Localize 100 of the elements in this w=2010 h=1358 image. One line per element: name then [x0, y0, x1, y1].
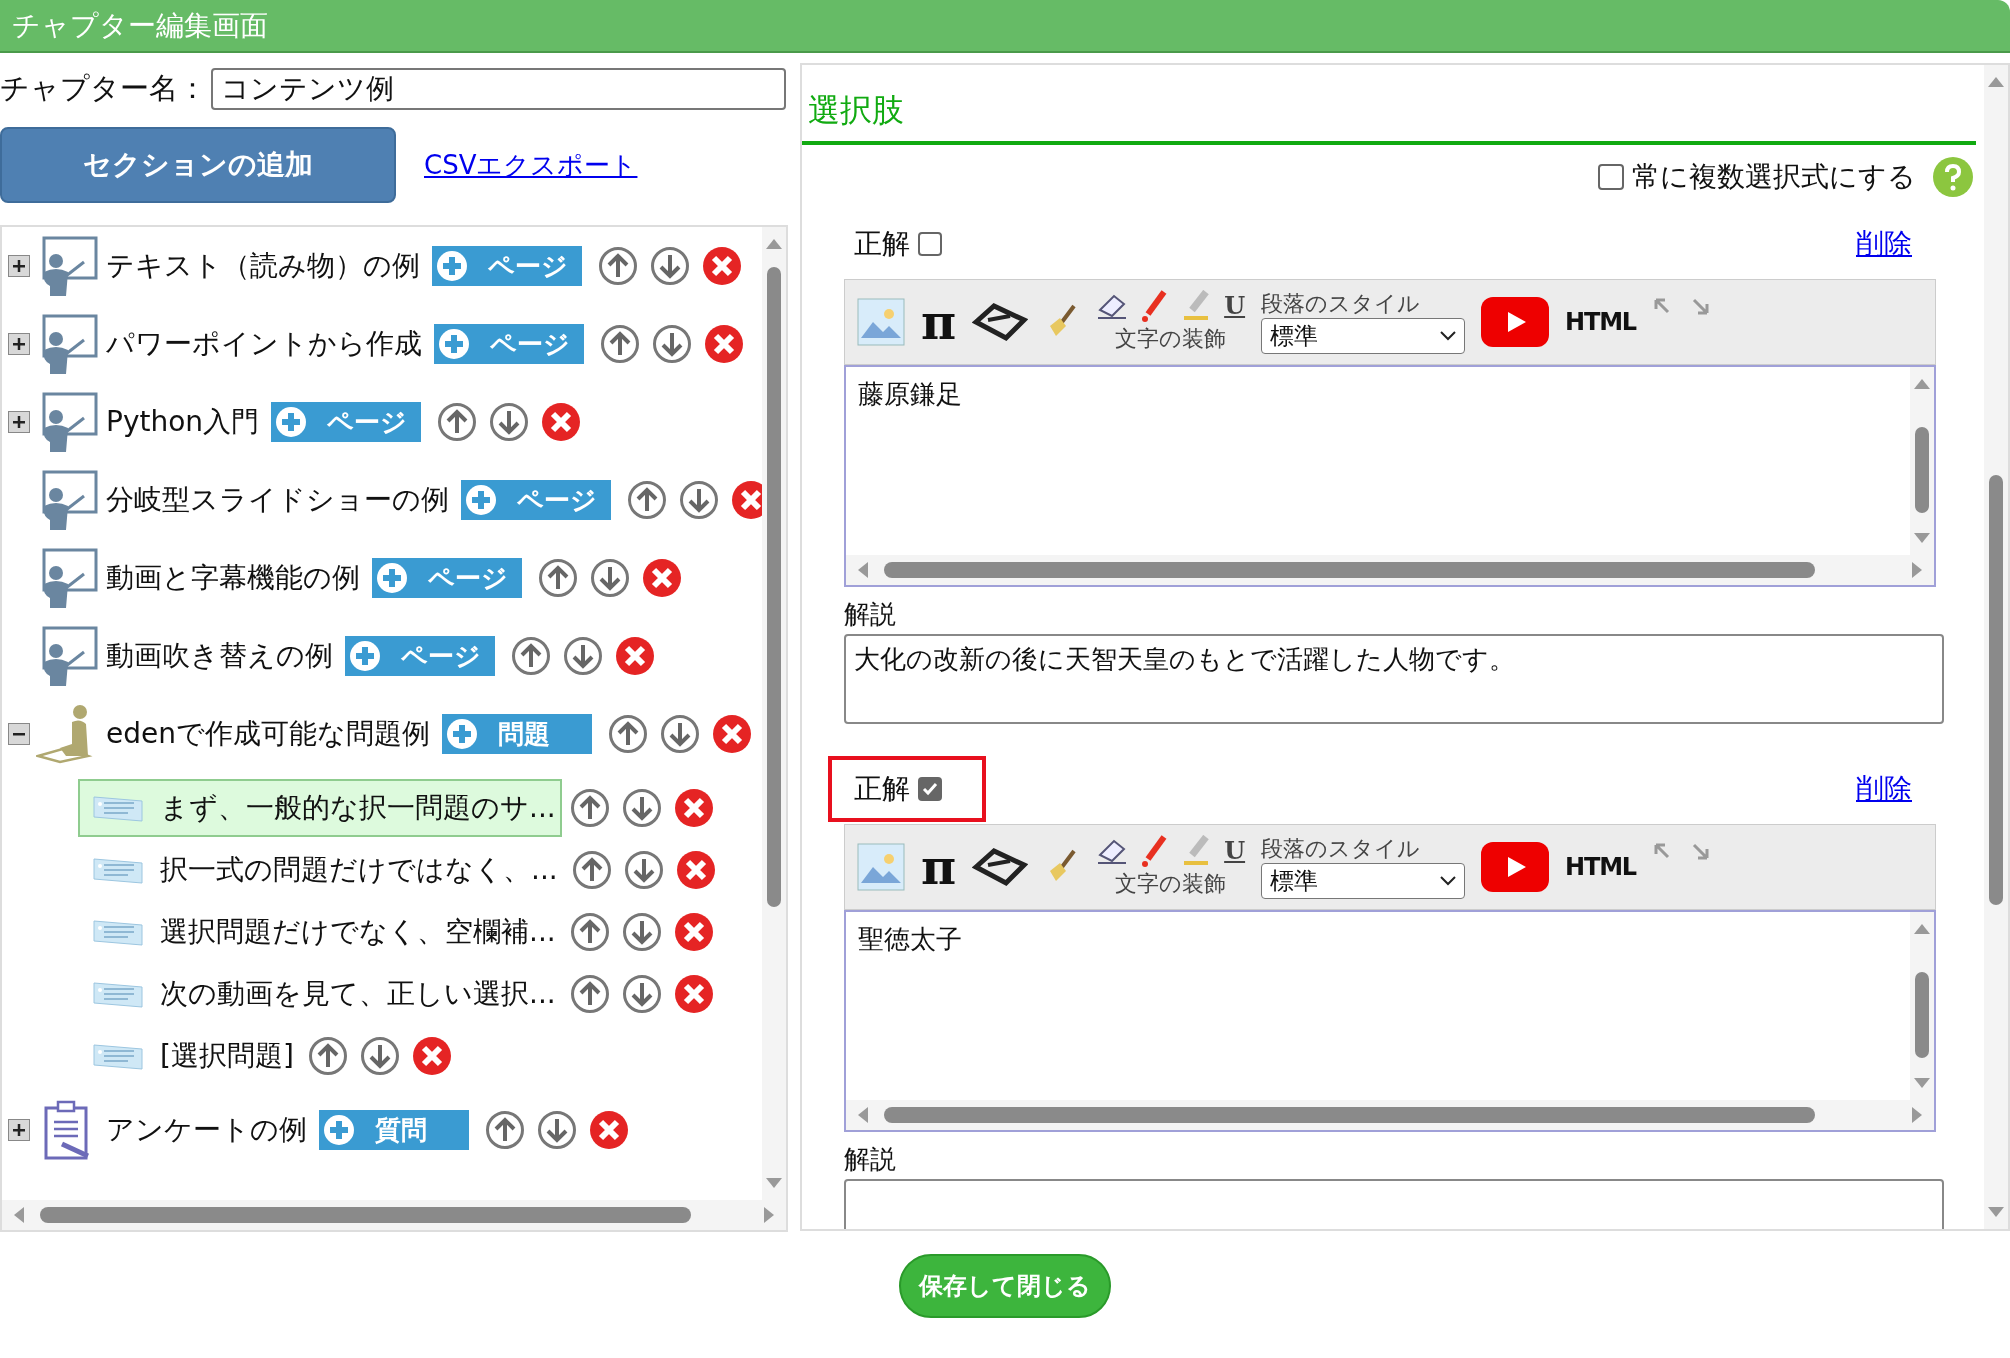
delete-icon[interactable]: [673, 912, 714, 952]
scroll-up-icon[interactable]: [1988, 77, 2004, 87]
card-icon: [92, 917, 144, 947]
multi-select-label: 常に複数選択式にする: [1632, 159, 1916, 195]
correct-checkbox[interactable]: [918, 777, 942, 801]
section-title: 選択肢: [808, 90, 904, 131]
scrollbar-thumb[interactable]: [1989, 475, 2003, 905]
question-label: 次の動画を見て、正しい選択...: [160, 976, 556, 1012]
expand-icon[interactable]: [8, 411, 30, 433]
multi-select-checkbox[interactable]: [1598, 164, 1624, 190]
answer-editor[interactable]: 聖徳太子: [844, 910, 1936, 1132]
style-select[interactable]: 標準: [1261, 317, 1466, 354]
tree-item[interactable]: 分岐型スライドショーの例: [106, 479, 449, 521]
delete-icon[interactable]: [615, 636, 655, 676]
delete-icon[interactable]: [712, 714, 752, 754]
plus-icon: [349, 640, 381, 672]
style-select[interactable]: 標準: [1261, 862, 1466, 899]
correct-checkbox[interactable]: [918, 232, 942, 256]
expand-icon[interactable]: [8, 1119, 30, 1141]
tree-item[interactable]: Python入門: [106, 401, 260, 443]
question-item[interactable]: 選択問題だけでなく、空欄補...: [78, 903, 562, 961]
window-title: チャプター編集画面: [12, 7, 268, 44]
scroll-up-icon[interactable]: [1914, 379, 1930, 389]
chapter-name-field[interactable]: コンテンツ例: [211, 68, 786, 110]
formula-button[interactable]: π: [921, 298, 957, 346]
collapse-icon[interactable]: [8, 723, 30, 745]
video-play-icon[interactable]: [1481, 297, 1550, 347]
question-item[interactable]: [選択問題]: [78, 1027, 300, 1085]
explanation-label: 解説: [844, 598, 897, 631]
answer-text: 藤原鎌足: [858, 379, 962, 409]
delete-icon[interactable]: [702, 246, 742, 286]
scrollbar-thumb[interactable]: [884, 1107, 1816, 1123]
answer-editor[interactable]: 藤原鎌足: [844, 365, 1936, 587]
explanation-field[interactable]: 大化の改新の後に天智天皇のもとで活躍した人物です。: [844, 634, 1944, 724]
delete-icon[interactable]: [642, 558, 682, 598]
scroll-right-icon[interactable]: [764, 1207, 774, 1223]
expand-icon[interactable]: [8, 333, 30, 355]
scroll-right-icon[interactable]: [1912, 562, 1922, 578]
html-button[interactable]: HTML: [1565, 849, 1636, 885]
question-item[interactable]: 択一式の問題だけではなく、...: [78, 841, 564, 899]
video-play-icon[interactable]: [1481, 842, 1550, 892]
scrollbar-thumb[interactable]: [40, 1207, 692, 1223]
plus-icon: [446, 718, 478, 750]
answer-text: 聖徳太子: [858, 924, 962, 954]
shapes-icon[interactable]: [972, 302, 1029, 342]
scroll-left-icon[interactable]: [858, 1107, 868, 1123]
scrollbar-thumb[interactable]: [767, 267, 781, 907]
plus-icon: [436, 250, 468, 282]
delete-icon[interactable]: [673, 788, 714, 828]
add-section-button[interactable]: セクションの追加: [0, 127, 396, 203]
delete-icon[interactable]: [675, 850, 716, 890]
question-label: 選択問題だけでなく、空欄補...: [160, 914, 556, 950]
scroll-left-icon[interactable]: [858, 562, 868, 578]
plus-icon: [438, 328, 470, 360]
tree-item[interactable]: アンケートの例: [106, 1109, 307, 1151]
tree-item[interactable]: 動画吹き替えの例: [106, 635, 333, 677]
scroll-down-icon[interactable]: [1914, 533, 1930, 543]
tree-item[interactable]: テキスト（読み物）の例: [106, 245, 420, 287]
tree-item[interactable]: パワーポイントから作成: [106, 323, 422, 365]
delete-icon[interactable]: [589, 1110, 629, 1150]
tree-item[interactable]: 動画と字幕機能の例: [106, 557, 360, 599]
check-icon: [921, 780, 939, 798]
card-icon: [92, 1041, 144, 1071]
delete-icon[interactable]: [411, 1036, 452, 1076]
pen-icon[interactable]: [1140, 289, 1169, 322]
scroll-down-icon[interactable]: [1988, 1207, 2004, 1217]
decoration-label: 文字の装飾: [1115, 324, 1227, 353]
scroll-right-icon[interactable]: [1912, 1107, 1922, 1123]
plus-icon: [465, 484, 497, 516]
question-label: [選択問題]: [160, 1038, 294, 1074]
formula-button[interactable]: π: [921, 843, 957, 891]
explanation-label: 解説: [844, 1143, 897, 1176]
csv-export-link[interactable]: CSVエクスポート: [424, 145, 638, 185]
expand-icon[interactable]: [8, 255, 30, 277]
question-item[interactable]: まず、一般的な択一問題のサ...: [78, 779, 562, 837]
question-item[interactable]: 次の動画を見て、正しい選択...: [78, 965, 562, 1023]
scroll-down-icon[interactable]: [766, 1178, 782, 1188]
scroll-down-icon[interactable]: [1914, 1078, 1930, 1088]
plus-icon: [376, 562, 408, 594]
correct-label: 正解: [854, 226, 910, 262]
scroll-left-icon[interactable]: [14, 1207, 24, 1223]
tree-item[interactable]: edenで作成可能な問題例: [106, 713, 430, 755]
delete-link[interactable]: 削除: [1856, 223, 1912, 265]
delete-icon[interactable]: [541, 402, 582, 442]
scrollbar-thumb[interactable]: [884, 562, 1816, 578]
underline-button[interactable]: U: [1224, 838, 1246, 863]
scroll-up-icon[interactable]: [1914, 924, 1930, 934]
style-label: 段落のスタイル: [1261, 835, 1422, 863]
html-button[interactable]: HTML: [1565, 304, 1636, 340]
chevron-down-icon: [1440, 330, 1457, 341]
scrollbar-thumb[interactable]: [1915, 972, 1929, 1058]
scrollbar-thumb[interactable]: [1915, 427, 1929, 513]
delete-icon[interactable]: [704, 324, 744, 364]
question-label: まず、一般的な択一問題のサ...: [160, 790, 556, 826]
delete-icon[interactable]: [673, 974, 714, 1014]
scroll-up-icon[interactable]: [766, 239, 782, 249]
pen-icon[interactable]: [1140, 834, 1169, 867]
shapes-icon[interactable]: [972, 847, 1029, 887]
delete-link[interactable]: 削除: [1856, 768, 1912, 810]
underline-button[interactable]: U: [1224, 293, 1246, 318]
